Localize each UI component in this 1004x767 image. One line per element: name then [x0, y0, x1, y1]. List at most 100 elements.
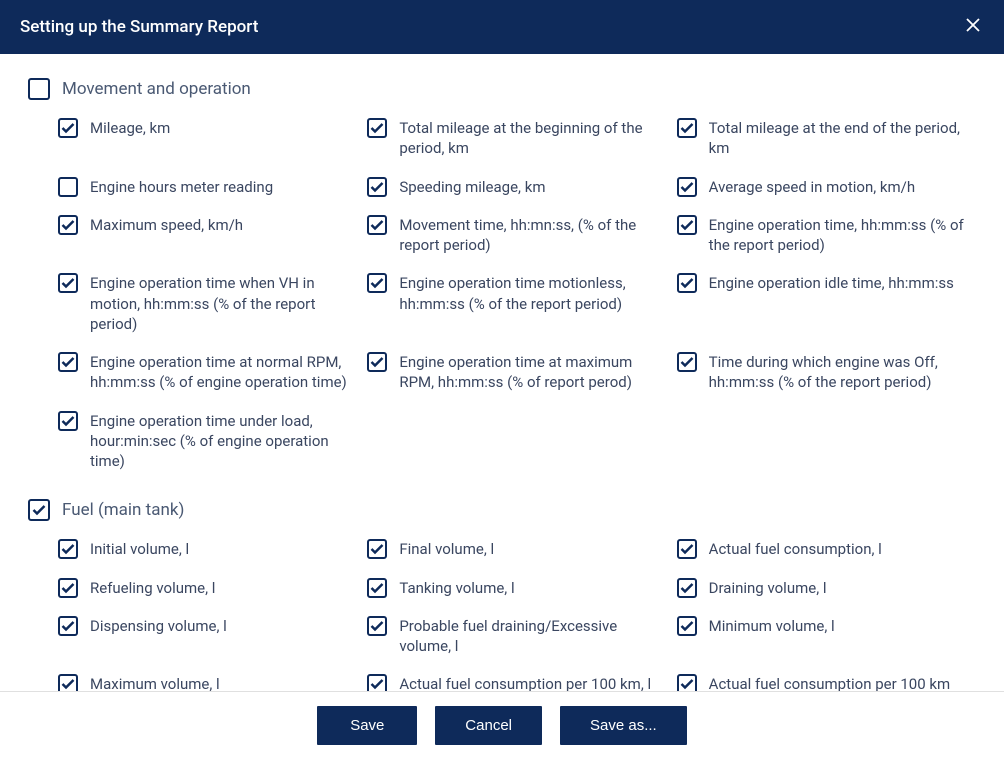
item-label: Speeding mileage, km	[399, 177, 545, 197]
item-label: Tanking volume, l	[399, 578, 514, 598]
item-label: Probable fuel draining/Excessive volume,…	[399, 616, 666, 657]
checkbox-item: Average speed in motion, km/h	[677, 177, 976, 197]
item-label: Draining volume, l	[709, 578, 827, 598]
checkbox-item: Engine operation time motionless, hh:mm:…	[367, 273, 666, 334]
checkbox-item: Tanking volume, l	[367, 578, 666, 598]
item-checkbox[interactable]	[367, 177, 387, 197]
section-checkbox-movement[interactable]	[28, 78, 50, 100]
item-checkbox[interactable]	[58, 177, 78, 197]
item-checkbox[interactable]	[677, 674, 697, 691]
checkbox-item: Actual fuel consumption per 100 km, l	[367, 674, 666, 691]
checkbox-item: Engine operation time when VH in motion,…	[58, 273, 357, 334]
dialog-footer: Save Cancel Save as...	[0, 691, 1004, 767]
item-checkbox[interactable]	[677, 273, 697, 293]
checkbox-item: Speeding mileage, km	[367, 177, 666, 197]
checkbox-item: Maximum volume, l	[58, 674, 357, 691]
item-checkbox[interactable]	[58, 273, 78, 293]
section-title: Movement and operation	[62, 78, 251, 99]
item-checkbox[interactable]	[677, 616, 697, 636]
checkbox-item: Maximum speed, km/h	[58, 215, 357, 256]
item-checkbox[interactable]	[677, 215, 697, 235]
section-movement: Movement and operation Mileage, km Total m…	[28, 78, 976, 471]
item-checkbox[interactable]	[58, 215, 78, 235]
summary-report-dialog: Setting up the Summary Report Movement a…	[0, 0, 1004, 767]
item-label: Actual fuel consumption per 100 km, l	[399, 674, 651, 691]
dialog-body[interactable]: Movement and operation Mileage, km Total m…	[0, 54, 1004, 691]
item-label: Engine operation time when VH in motion,…	[90, 273, 357, 334]
item-label: Average speed in motion, km/h	[709, 177, 915, 197]
checkbox-item: Time during which engine was Off, hh:mm:…	[677, 352, 976, 393]
item-checkbox[interactable]	[58, 352, 78, 372]
section-grid: Mileage, km Total mileage at the beginnin…	[28, 118, 976, 471]
item-label: Engine operation idle time, hh:mm:ss	[709, 273, 954, 293]
checkbox-item: Draining volume, l	[677, 578, 976, 598]
item-checkbox[interactable]	[367, 539, 387, 559]
item-checkbox[interactable]	[367, 118, 387, 138]
item-checkbox[interactable]	[367, 352, 387, 372]
item-label: Engine operation time, hh:mm:ss (% of th…	[709, 215, 976, 256]
item-label: Actual fuel consumption, l	[709, 539, 882, 559]
item-checkbox[interactable]	[58, 411, 78, 431]
checkbox-item: Engine operation time, hh:mm:ss (% of th…	[677, 215, 976, 256]
item-label: Refueling volume, l	[90, 578, 215, 598]
checkbox-item: Total mileage at the end of the period, …	[677, 118, 976, 159]
checkbox-item: Engine operation time at maximum RPM, hh…	[367, 352, 666, 393]
item-checkbox[interactable]	[58, 578, 78, 598]
item-checkbox[interactable]	[677, 118, 697, 138]
item-checkbox[interactable]	[58, 674, 78, 691]
item-label: Time during which engine was Off, hh:mm:…	[709, 352, 976, 393]
item-label: Movement time, hh:mn:ss, (% of the repor…	[399, 215, 666, 256]
section-header: Movement and operation	[28, 78, 976, 100]
item-label: Engine operation time at normal RPM, hh:…	[90, 352, 357, 393]
item-label: Engine hours meter reading	[90, 177, 273, 197]
checkbox-item: Dispensing volume, l	[58, 616, 357, 657]
dialog-header: Setting up the Summary Report	[0, 0, 1004, 54]
checkbox-item: Actual fuel consumption per 100 km when …	[677, 674, 976, 691]
checkbox-item: Engine hours meter reading	[58, 177, 357, 197]
item-checkbox[interactable]	[677, 352, 697, 372]
item-label: Dispensing volume, l	[90, 616, 227, 636]
checkbox-item: Final volume, l	[367, 539, 666, 559]
item-checkbox[interactable]	[367, 578, 387, 598]
section-title: Fuel (main tank)	[62, 499, 184, 520]
item-label: Engine operation time under load, hour:m…	[90, 411, 357, 472]
item-label: Maximum speed, km/h	[90, 215, 243, 235]
item-label: Minimum volume, l	[709, 616, 835, 636]
checkbox-item: Total mileage at the beginning of the pe…	[367, 118, 666, 159]
save-as-button[interactable]: Save as...	[560, 706, 687, 745]
item-label: Engine operation time at maximum RPM, hh…	[399, 352, 666, 393]
item-checkbox[interactable]	[677, 578, 697, 598]
item-label: Final volume, l	[399, 539, 494, 559]
item-checkbox[interactable]	[58, 616, 78, 636]
item-label: Engine operation time motionless, hh:mm:…	[399, 273, 666, 314]
item-checkbox[interactable]	[367, 616, 387, 636]
item-checkbox[interactable]	[367, 215, 387, 235]
item-checkbox[interactable]	[367, 674, 387, 691]
item-label: Mileage, km	[90, 118, 170, 138]
section-fuel: Fuel (main tank) Initial volume, l Final v…	[28, 499, 976, 691]
checkbox-item: Refueling volume, l	[58, 578, 357, 598]
item-label: Maximum volume, l	[90, 674, 220, 691]
checkbox-item: Engine operation time under load, hour:m…	[58, 411, 357, 472]
cancel-button[interactable]: Cancel	[435, 706, 542, 745]
item-checkbox[interactable]	[58, 539, 78, 559]
item-label: Actual fuel consumption per 100 km when …	[709, 674, 976, 691]
checkbox-item: Engine operation idle time, hh:mm:ss	[677, 273, 976, 334]
item-checkbox[interactable]	[677, 177, 697, 197]
section-grid: Initial volume, l Final volume, l Actual f…	[28, 539, 976, 691]
checkbox-item: Engine operation time at normal RPM, hh:…	[58, 352, 357, 393]
dialog-title: Setting up the Summary Report	[20, 17, 258, 37]
section-header: Fuel (main tank)	[28, 499, 976, 521]
checkbox-item: Minimum volume, l	[677, 616, 976, 657]
checkbox-item: Probable fuel draining/Excessive volume,…	[367, 616, 666, 657]
close-icon[interactable]	[962, 14, 984, 40]
checkbox-item: Movement time, hh:mn:ss, (% of the repor…	[367, 215, 666, 256]
item-label: Total mileage at the end of the period, …	[709, 118, 976, 159]
item-checkbox[interactable]	[58, 118, 78, 138]
item-checkbox[interactable]	[367, 273, 387, 293]
save-button[interactable]: Save	[317, 706, 417, 745]
item-checkbox[interactable]	[677, 539, 697, 559]
checkbox-item: Mileage, km	[58, 118, 357, 159]
section-checkbox-fuel[interactable]	[28, 499, 50, 521]
checkbox-item: Initial volume, l	[58, 539, 357, 559]
